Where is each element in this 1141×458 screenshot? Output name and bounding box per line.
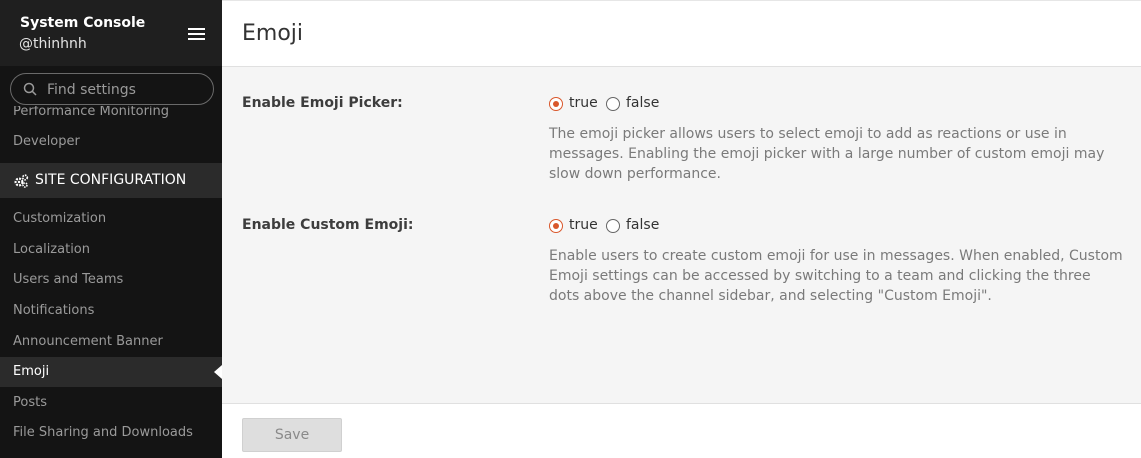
sidebar-item-posts[interactable]: Posts [0,388,222,418]
sidebar-nav: Performance Monitoring Developer SITE CO… [0,106,222,458]
sidebar-item-file-sharing[interactable]: File Sharing and Downloads [0,418,222,448]
sidebar-header: System Console @thinhnh [0,0,222,66]
search-input[interactable] [47,80,207,100]
footer-bar: Save [222,403,1141,458]
search-icon [23,82,37,96]
username: @thinhnh [19,36,87,52]
sidebar: System Console @thinhnh Performance Moni… [0,0,222,458]
menu-icon[interactable] [188,28,205,40]
radio-label: false [626,217,660,233]
sidebar-item-label: Emoji [13,364,50,379]
search-box [10,73,214,105]
save-button[interactable]: Save [242,418,342,452]
radio-unchecked-icon [606,97,620,111]
radio-checked-icon [549,97,563,111]
radio-checked-icon [549,219,563,233]
sidebar-item-performance-monitoring[interactable]: Performance Monitoring [0,106,222,127]
sidebar-item-notifications[interactable]: Notifications [0,296,222,326]
radio-label: true [569,217,598,233]
page-title: Emoji [242,21,304,46]
console-title: System Console [20,15,146,31]
custom-emoji-label: Enable Custom Emoji: [242,217,414,233]
emoji-picker-label: Enable Emoji Picker: [242,95,403,111]
sidebar-item-announcement-banner[interactable]: Announcement Banner [0,327,222,357]
radio-label: false [626,95,660,111]
section-site-configuration: SITE CONFIGURATION [0,163,222,198]
sidebar-item-users-and-teams[interactable]: Users and Teams [0,265,222,295]
sidebar-item-developer[interactable]: Developer [0,127,222,157]
emoji-picker-help: The emoji picker allows users to select … [549,126,1105,182]
sidebar-item-customization[interactable]: Customization [0,204,222,234]
section-title: SITE CONFIGURATION [35,172,187,188]
page-header: Emoji [222,0,1141,67]
active-indicator [214,365,222,379]
main-content: Emoji Enable Emoji Picker: true false Th… [222,0,1141,458]
custom-emoji-help: Enable users to create custom emoji for … [549,248,1123,304]
radio-unchecked-icon [606,219,620,233]
radio-label: true [569,95,598,111]
sidebar-item-emoji[interactable]: Emoji [0,357,222,387]
sidebar-item-localization[interactable]: Localization [0,235,222,265]
gears-icon [14,174,29,188]
